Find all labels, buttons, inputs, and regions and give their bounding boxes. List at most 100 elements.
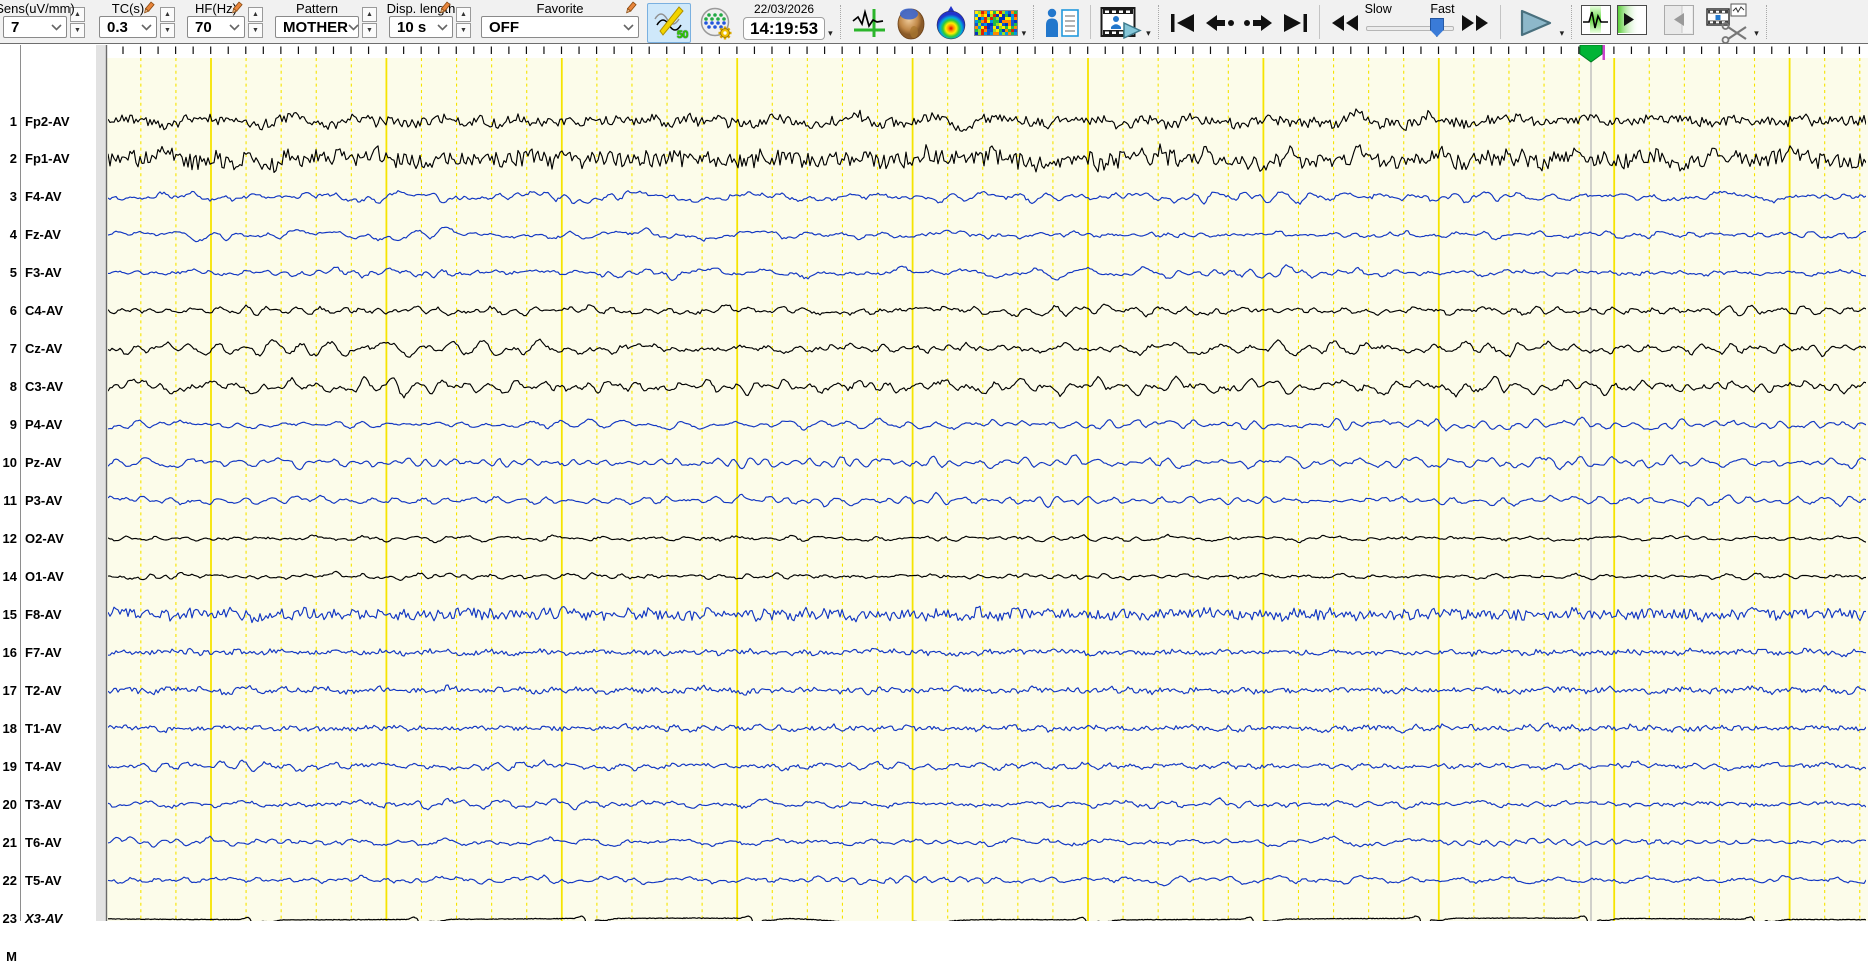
electrode-settings-button[interactable]	[695, 3, 739, 43]
channel-row-t2-av[interactable]: 17 T2-AV	[0, 682, 96, 698]
sens-step-down-button[interactable]: ▼	[70, 23, 85, 38]
edit-pencil-icon[interactable]	[141, 1, 157, 15]
toolbar-separator	[1090, 5, 1092, 39]
disp-length-value: 10 s	[397, 18, 427, 36]
jump-to-end-button[interactable]	[1277, 3, 1313, 43]
dot-arrow-right-icon	[1243, 15, 1272, 31]
play-from-cursor-button[interactable]	[1617, 5, 1648, 35]
video-film-icon	[1100, 7, 1142, 40]
chevron-down-icon	[623, 23, 634, 31]
channel-label: T6-AV	[25, 834, 62, 850]
channel-label: Fp2-AV	[25, 113, 70, 129]
chevron-down-icon	[51, 23, 62, 31]
previous-page-button[interactable]	[1201, 3, 1239, 43]
pattern-combo[interactable]: MOTHER	[275, 16, 359, 38]
pattern-step-down-button[interactable]: ▼	[362, 23, 377, 38]
video-clip-cut-button[interactable]	[1703, 3, 1753, 43]
tc-step-up-button[interactable]: ▲	[160, 7, 175, 22]
channel-row-o1-av[interactable]: 14 O1-AV	[0, 568, 96, 584]
topography-map-button[interactable]	[931, 3, 971, 43]
disp-length-step-down-button[interactable]: ▼	[456, 23, 471, 38]
channel-row-c3-av[interactable]: 8 C3-AV	[0, 379, 96, 395]
eeg-trace-canvas[interactable]	[0, 45, 1868, 921]
disp-length-stepper: ▲ ▼	[456, 7, 471, 38]
channel-row-cz-av[interactable]: 7 Cz-AV	[0, 341, 96, 357]
channel-label: T4-AV	[25, 758, 62, 774]
channel-row-fp1-av[interactable]: 2 Fp1-AV	[0, 151, 96, 167]
hf-step-up-button[interactable]: ▲	[248, 7, 263, 22]
notch-filter-50hz-button[interactable]: 50	[647, 3, 691, 43]
sens-value: 7	[11, 18, 20, 36]
edit-pencil-icon[interactable]	[623, 1, 639, 15]
speed-slider-thumb[interactable]	[1429, 18, 1444, 37]
channel-row-f3-av[interactable]: 5 F3-AV	[0, 265, 96, 281]
video-dropdown-caret[interactable]: ▾	[1146, 29, 1151, 38]
pattern-step-up-button[interactable]: ▲	[362, 7, 377, 22]
channel-row-t6-av[interactable]: 21 T6-AV	[0, 834, 96, 850]
channel-row-x3-av[interactable]: 23 X3-AV	[0, 911, 96, 927]
channel-label: T3-AV	[25, 796, 62, 812]
channel-row-f4-av[interactable]: 3 F4-AV	[0, 189, 96, 205]
jump-to-start-button[interactable]	[1165, 3, 1201, 43]
channel-number: 12	[2, 530, 17, 546]
channel-row-t3-av[interactable]: 20 T3-AV	[0, 796, 96, 812]
video-playback-button[interactable]	[1097, 3, 1145, 43]
spectrogram-icon	[973, 10, 1018, 36]
review-segment-button[interactable]	[1581, 5, 1612, 35]
channel-row-t4-av[interactable]: 19 T4-AV	[0, 758, 96, 774]
spectrogram-button[interactable]	[971, 3, 1021, 43]
head-3d-map-button[interactable]	[891, 3, 931, 43]
channel-number: 15	[2, 606, 17, 622]
channel-row-fz-av[interactable]: 4 Fz-AV	[0, 227, 96, 243]
green-band-waveform-icon	[1583, 6, 1609, 33]
channel-row-p4-av[interactable]: 9 P4-AV	[0, 417, 96, 433]
play-button[interactable]	[1513, 3, 1559, 43]
favorite-combo[interactable]: OFF	[481, 16, 639, 38]
fast-forward-button[interactable]	[1456, 3, 1494, 43]
channel-row-f7-av[interactable]: 16 F7-AV	[0, 644, 96, 660]
channel-label: Cz-AV	[25, 341, 63, 357]
datetime-display[interactable]: 22/03/2026 14:19:53	[743, 2, 826, 40]
patient-info-button[interactable]	[1040, 3, 1084, 43]
channel-row-t1-av[interactable]: 18 T1-AV	[0, 720, 96, 736]
channel-number: 18	[2, 720, 17, 736]
rewind-button[interactable]	[1326, 3, 1364, 43]
waveform-measure-button[interactable]	[847, 3, 891, 43]
hf-step-down-button[interactable]: ▼	[248, 23, 263, 38]
channel-row-f8-av[interactable]: 15 F8-AV	[0, 606, 96, 622]
channel-row-m[interactable]: M	[0, 948, 96, 964]
channel-row-t5-av[interactable]: 22 T5-AV	[0, 872, 96, 888]
waveform-axes-icon	[852, 8, 885, 37]
channel-number: 3	[9, 189, 17, 205]
edit-pencil-icon[interactable]	[229, 1, 245, 15]
green-gradient-play-icon	[1618, 6, 1646, 33]
edit-pencil-icon[interactable]	[437, 1, 453, 15]
clip-dropdown-caret[interactable]: ▾	[1754, 29, 1759, 38]
disp-length-step-up-button[interactable]: ▲	[456, 7, 471, 22]
analysis-dropdown-caret[interactable]: ▾	[1022, 29, 1027, 38]
channel-label: F4-AV	[25, 189, 62, 205]
channel-number: M	[6, 948, 17, 964]
channel-row-o2-av[interactable]: 12 O2-AV	[0, 530, 96, 546]
channel-number: 1	[9, 113, 17, 129]
channel-row-fp2-av[interactable]: 1 Fp2-AV	[0, 113, 96, 129]
tc-step-down-button[interactable]: ▼	[160, 23, 175, 38]
tc-combo[interactable]: 0.3	[99, 16, 157, 38]
hf-combo[interactable]: 70	[187, 16, 245, 38]
disp-length-combo[interactable]: 10 s	[389, 16, 453, 38]
play-reverse-button[interactable]	[1664, 5, 1695, 35]
play-dropdown-caret[interactable]: ▾	[1560, 29, 1565, 38]
pattern-stepper: ▲ ▼	[362, 7, 377, 38]
sens-label: Sens(uV/mm)	[0, 0, 75, 16]
toolbar-separator	[1318, 5, 1320, 39]
channel-label: P3-AV	[25, 493, 63, 508]
channel-number: 10	[2, 455, 17, 471]
channel-row-c4-av[interactable]: 6 C4-AV	[0, 303, 96, 319]
datetime-dropdown-caret[interactable]: ▾	[828, 29, 833, 38]
param-group-pattern: Pattern MOTHER ▲ ▼	[275, 0, 377, 38]
next-page-button[interactable]	[1239, 3, 1277, 43]
channel-row-p3-av[interactable]: 11 P3-AV	[0, 493, 96, 509]
speed-slow-label: Slow	[1364, 2, 1392, 16]
channel-row-pz-av[interactable]: 10 Pz-AV	[0, 455, 96, 471]
sens-combo[interactable]: 7	[3, 16, 67, 38]
